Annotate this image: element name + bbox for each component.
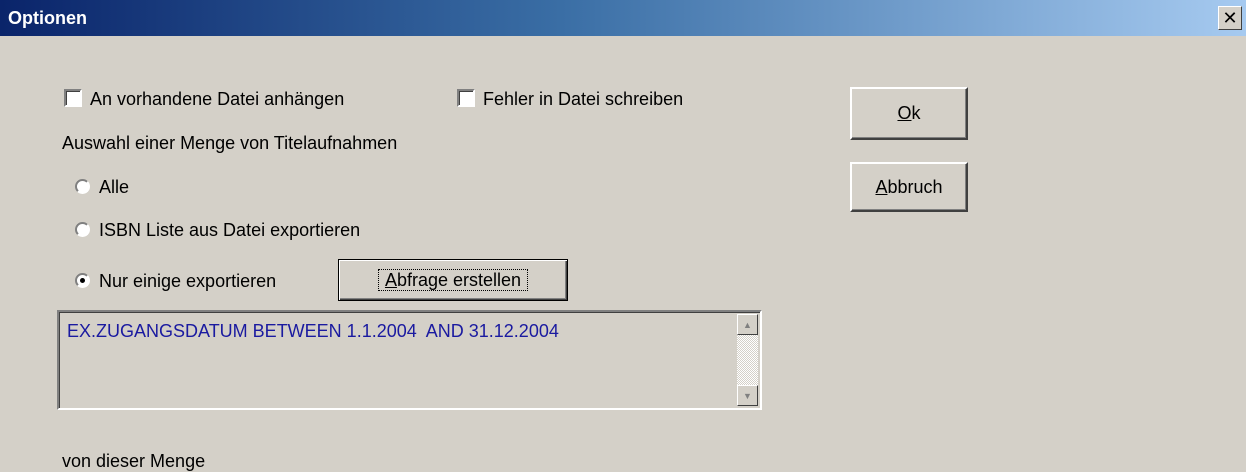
write-errors-checkbox[interactable] — [457, 89, 475, 107]
create-query-mnemonic: A — [384, 270, 397, 290]
selection-heading: Auswahl einer Menge von Titelaufnahmen — [62, 133, 398, 153]
cancel-label: Abbruch — [875, 177, 942, 198]
ok-mnemonic: O — [897, 103, 912, 123]
close-icon: ✕ — [1222, 8, 1238, 28]
scroll-up-button[interactable]: ▲ — [737, 314, 758, 335]
radio-isbn-list[interactable] — [75, 222, 90, 237]
window-title: Optionen — [8, 8, 87, 28]
close-button[interactable]: ✕ — [1218, 6, 1242, 30]
cancel-mnemonic: A — [875, 176, 888, 197]
create-query-focus: Abfrage erstellen — [377, 269, 529, 291]
cancel-label-rest: bbruch — [887, 176, 943, 197]
ok-button[interactable]: Ok — [850, 87, 968, 140]
append-file-checkbox[interactable] — [64, 89, 82, 107]
radio-all[interactable] — [75, 179, 90, 194]
query-text: EX.ZUGANGSDATUM BETWEEN 1.1.2004 AND 31.… — [67, 321, 559, 341]
radio-selected-dot — [80, 278, 85, 283]
subset-label: von dieser Menge — [62, 451, 206, 471]
query-scrollbar[interactable]: ▲ ▼ — [737, 314, 758, 406]
scroll-up-icon: ▲ — [743, 319, 752, 330]
scroll-down-button[interactable]: ▼ — [737, 385, 758, 406]
append-file-label: An vorhandene Datei anhängen — [90, 89, 345, 109]
query-textarea[interactable]: EX.ZUGANGSDATUM BETWEEN 1.1.2004 AND 31.… — [57, 310, 762, 410]
radio-only-some-label: Nur einige exportieren — [99, 271, 277, 291]
cancel-button[interactable]: Abbruch — [850, 162, 968, 212]
ok-label: Ok — [897, 103, 920, 124]
radio-isbn-list-label: ISBN Liste aus Datei exportieren — [99, 220, 361, 240]
title-bar: Optionen ✕ — [0, 0, 1246, 36]
ok-label-rest: k — [911, 103, 921, 123]
radio-all-label: Alle — [99, 177, 130, 197]
create-query-button[interactable]: Abfrage erstellen — [338, 259, 568, 301]
write-errors-label: Fehler in Datei schreiben — [483, 89, 684, 109]
radio-only-some[interactable] — [75, 273, 90, 288]
create-query-label: bfrage erstellen — [396, 270, 522, 290]
scroll-down-icon: ▼ — [743, 390, 752, 401]
